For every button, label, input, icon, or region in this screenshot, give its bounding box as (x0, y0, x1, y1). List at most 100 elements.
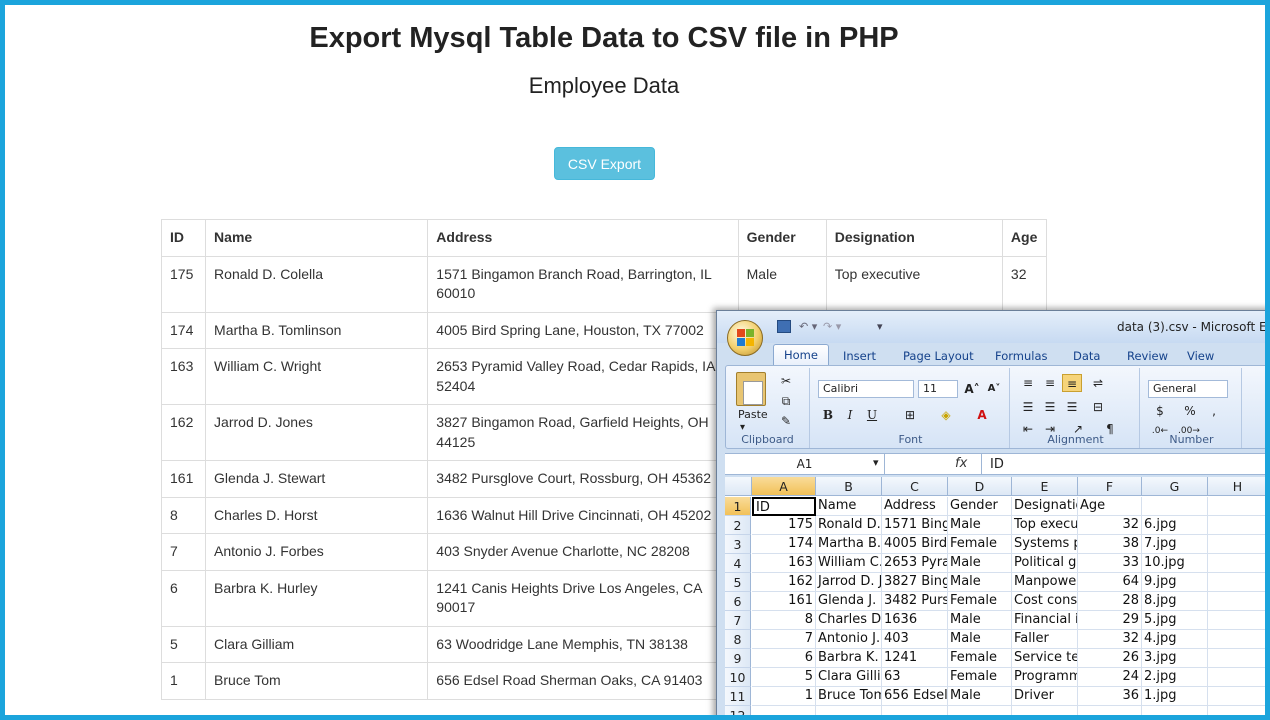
grid-cell[interactable]: 6 (752, 649, 816, 668)
grid-cell[interactable]: Female (948, 649, 1012, 668)
row-header[interactable]: 10 (725, 668, 751, 687)
grid-cell[interactable]: Cost consu (1012, 592, 1078, 611)
fill-color-icon[interactable]: ◈ (936, 406, 956, 424)
grid-cell[interactable]: Gender (948, 497, 1012, 516)
grid-cell[interactable]: Male (948, 554, 1012, 573)
align-center-icon[interactable]: ☰ (1040, 398, 1060, 416)
grid-cell[interactable] (1208, 516, 1268, 535)
grid-cell[interactable]: 29 (1078, 611, 1142, 630)
grid-cell[interactable]: Faller (1012, 630, 1078, 649)
grid-cell[interactable] (1208, 630, 1268, 649)
row-header[interactable]: 6 (725, 592, 751, 611)
grid-cell[interactable]: Male (948, 687, 1012, 706)
row-header[interactable]: 11 (725, 687, 751, 706)
grid-cell[interactable]: 403 (882, 630, 948, 649)
wrap-text-icon[interactable]: ⇌ (1088, 374, 1108, 392)
name-box[interactable]: A1 (725, 454, 885, 475)
grid-cell[interactable] (816, 706, 882, 720)
grid-cell[interactable]: 3.jpg (1142, 649, 1208, 668)
grid-cell[interactable]: Male (948, 630, 1012, 649)
excel-window[interactable]: ↶ ▾ ↷ ▾ ▾ data (3).csv - Microsoft Excel… (716, 310, 1270, 720)
grid-cell[interactable]: Male (948, 611, 1012, 630)
bold-icon[interactable]: B (818, 406, 838, 424)
grid-cell[interactable] (1012, 706, 1078, 720)
align-left-icon[interactable]: ☰ (1018, 398, 1038, 416)
column-header-g[interactable]: G (1142, 477, 1208, 496)
grid-cell[interactable] (1208, 592, 1268, 611)
comma-style-icon[interactable]: , (1204, 402, 1224, 420)
row-header[interactable]: 5 (725, 573, 751, 592)
grid-cell[interactable]: 9.jpg (1142, 573, 1208, 592)
grid-cell[interactable] (1208, 649, 1268, 668)
grid-cell[interactable]: Top execu (1012, 516, 1078, 535)
column-header-h[interactable]: H (1208, 477, 1268, 496)
font-size-select[interactable]: 11 (918, 380, 958, 398)
row-header[interactable]: 4 (725, 554, 751, 573)
grid-cell[interactable]: Jarrod D. J (816, 573, 882, 592)
grid-cell[interactable]: 8 (752, 611, 816, 630)
grid-cell[interactable]: Address (882, 497, 948, 516)
grid-cell[interactable]: 1 (752, 687, 816, 706)
insert-function-icon[interactable]: fx (955, 456, 967, 471)
grid-cell[interactable]: 36 (1078, 687, 1142, 706)
underline-icon[interactable]: U (862, 406, 882, 424)
column-header-a[interactable]: A (752, 477, 816, 496)
active-cell[interactable]: ID (752, 497, 816, 516)
row-header[interactable]: 2 (725, 516, 751, 535)
grid-cell[interactable]: 4005 Bird S (882, 535, 948, 554)
align-middle-icon[interactable]: ≡ (1040, 374, 1060, 392)
grid-cell[interactable]: Charles D. (816, 611, 882, 630)
grid-cell[interactable] (1208, 573, 1268, 592)
grid-cell[interactable]: 3827 Binga (882, 573, 948, 592)
grid-cell[interactable]: Political g (1012, 554, 1078, 573)
redo-icon[interactable]: ↷ ▾ (823, 320, 841, 336)
paste-button[interactable]: Paste (738, 408, 768, 421)
grid-cell[interactable] (1208, 687, 1268, 706)
grid-cell[interactable]: 6.jpg (1142, 516, 1208, 535)
grid-cell[interactable]: Female (948, 668, 1012, 687)
grid-cell[interactable] (882, 706, 948, 720)
column-header-f[interactable]: F (1078, 477, 1142, 496)
grid-cell[interactable]: Barbra K. H (816, 649, 882, 668)
grid-cell[interactable]: 3482 Pursg (882, 592, 948, 611)
grid-cell[interactable] (1208, 554, 1268, 573)
grid-cell[interactable]: 64 (1078, 573, 1142, 592)
grid-cell[interactable]: 4.jpg (1142, 630, 1208, 649)
row-header[interactable]: 7 (725, 611, 751, 630)
grid-cell[interactable]: 24 (1078, 668, 1142, 687)
font-name-select[interactable]: Calibri (818, 380, 914, 398)
number-format-select[interactable]: General (1148, 380, 1228, 398)
align-bottom-icon[interactable]: ≡ (1062, 374, 1082, 392)
grid-cell[interactable] (1208, 668, 1268, 687)
grid-cell[interactable] (1078, 706, 1142, 720)
select-all-corner[interactable] (725, 477, 752, 496)
column-header-d[interactable]: D (948, 477, 1012, 496)
grid-cell[interactable]: Financial i (1012, 611, 1078, 630)
grid-cell[interactable]: 656 Edsel (882, 687, 948, 706)
row-header[interactable]: 1 (725, 497, 751, 516)
save-icon[interactable] (777, 320, 791, 333)
row-header[interactable]: 8 (725, 630, 751, 649)
grid-cell[interactable]: Age (1078, 497, 1142, 516)
grid-cell[interactable]: 174 (752, 535, 816, 554)
grid-cell[interactable]: 32 (1078, 630, 1142, 649)
grid-cell[interactable]: Bruce Tom (816, 687, 882, 706)
grid-cell[interactable]: 1241 (882, 649, 948, 668)
format-painter-icon[interactable]: ✎ (776, 412, 796, 430)
grid-cell[interactable]: Clara Gillia (816, 668, 882, 687)
grid-cell[interactable] (1208, 611, 1268, 630)
grid-cell[interactable]: 5 (752, 668, 816, 687)
grow-font-icon[interactable]: A˄ (962, 380, 982, 398)
cut-icon[interactable]: ✂ (776, 372, 796, 390)
undo-icon[interactable]: ↶ ▾ (799, 320, 817, 336)
grid-cell[interactable]: 7 (752, 630, 816, 649)
column-header-b[interactable]: B (816, 477, 882, 496)
grid-cell[interactable] (752, 706, 816, 720)
font-color-icon[interactable]: A (972, 406, 992, 424)
grid-cell[interactable]: 162 (752, 573, 816, 592)
copy-icon[interactable]: ⧉ (776, 392, 796, 410)
paste-icon[interactable] (736, 372, 766, 406)
grid-cell[interactable]: Glenda J. S (816, 592, 882, 611)
grid-cell[interactable]: Male (948, 573, 1012, 592)
grid-cell[interactable]: Ronald D. (816, 516, 882, 535)
